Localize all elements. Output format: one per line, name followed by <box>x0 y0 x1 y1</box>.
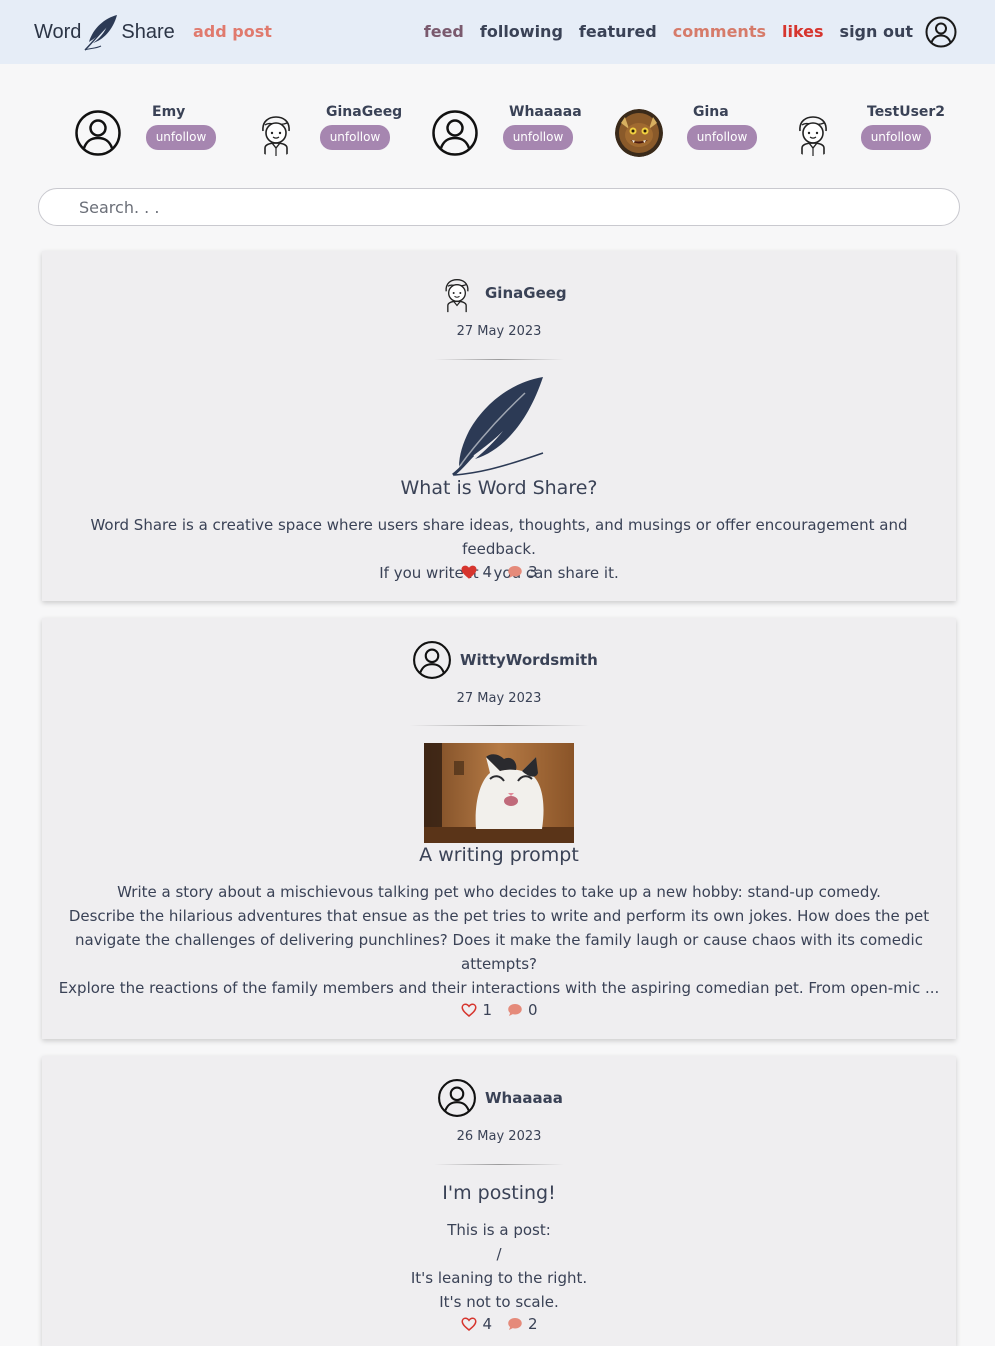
heart-outline-icon <box>461 1003 477 1017</box>
brand-logo[interactable]: Word Share <box>34 12 175 52</box>
like-button[interactable]: 1 <box>460 1001 492 1019</box>
comment-count: 0 <box>528 1001 538 1019</box>
like-count: 1 <box>482 1001 492 1019</box>
search-input[interactable] <box>39 189 959 225</box>
post-card[interactable]: GinaGeeg 27 May 2023 What is Word Share?… <box>42 251 956 601</box>
post-title[interactable]: I'm posting! <box>42 1182 956 1204</box>
user-circle-icon <box>438 1079 476 1117</box>
comment-count: 2 <box>528 1315 538 1333</box>
monster-avatar-photo[interactable] <box>615 109 663 157</box>
search-bar <box>38 188 960 226</box>
post-divider <box>409 725 589 726</box>
boy-avatar-icon[interactable] <box>789 109 837 157</box>
user-circle-icon <box>413 641 451 679</box>
following-username[interactable]: TestUser2 <box>867 104 945 120</box>
post-body-line: Write a story about a mischievous talkin… <box>117 883 881 901</box>
brand-word-right: Share <box>121 20 175 43</box>
cat-photo <box>424 743 574 843</box>
post-body-line: It's leaning to the right. <box>410 1269 588 1287</box>
like-count: 4 <box>482 1315 492 1333</box>
post-author-name: Whaaaaa <box>485 1089 563 1107</box>
comment-bubble-icon <box>508 1318 522 1330</box>
post-stats: 4 3 <box>42 563 956 581</box>
post-body-line: / <box>496 1245 502 1263</box>
following-username[interactable]: Whaaaaa <box>509 104 582 120</box>
post-body-line: Explore the reactions of the family memb… <box>58 979 940 997</box>
unfollow-button[interactable]: unfollow <box>861 125 931 150</box>
post-body: Write a story about a mischievous talkin… <box>54 880 944 1000</box>
heart-outline-icon <box>461 1317 477 1331</box>
like-count: 4 <box>482 563 492 581</box>
comment-button[interactable]: 2 <box>506 1315 538 1333</box>
post-card[interactable]: Whaaaaa 26 May 2023 I'm posting! This is… <box>42 1056 956 1346</box>
post-body-line: Word Share is a creative space where use… <box>90 516 908 558</box>
post-stats: 1 0 <box>42 1001 956 1019</box>
post-author-name: GinaGeeg <box>485 284 567 302</box>
unfollow-button[interactable]: unfollow <box>503 125 573 150</box>
post-divider <box>434 359 564 360</box>
following-strip: Emy unfollow GinaGeeg unfollow Whaaaaa u… <box>70 100 950 164</box>
post-author[interactable]: WittyWordsmith <box>412 640 598 680</box>
nav-comments[interactable]: comments <box>673 22 766 41</box>
brand-word-left: Word <box>34 20 82 43</box>
post-date: 27 May 2023 <box>456 324 542 339</box>
comment-button[interactable]: 0 <box>506 1001 538 1019</box>
boy-avatar-icon[interactable] <box>252 109 300 157</box>
post-stats: 4 2 <box>42 1315 956 1333</box>
post-body-line: Describe the hilarious adventures that e… <box>68 907 930 973</box>
post-author-name: WittyWordsmith <box>460 651 598 669</box>
user-circle-icon[interactable] <box>431 109 479 157</box>
user-circle-icon[interactable] <box>74 109 122 157</box>
heart-filled-icon <box>461 565 477 579</box>
quill-feather-icon <box>452 377 544 477</box>
unfollow-button[interactable]: unfollow <box>320 125 390 150</box>
post-card[interactable]: WittyWordsmith 27 May 2023 A writing pro… <box>42 618 956 1039</box>
like-button[interactable]: 4 <box>460 1315 492 1333</box>
comment-count: 3 <box>528 563 538 581</box>
main-nav: feed following featured comments likes s… <box>424 22 913 41</box>
post-author[interactable]: GinaGeeg <box>437 273 567 313</box>
nav-following[interactable]: following <box>480 22 563 41</box>
unfollow-button[interactable]: unfollow <box>687 125 757 150</box>
following-user-card: Emy unfollow <box>70 100 250 164</box>
following-user-card: GinaGeeg unfollow <box>248 100 428 164</box>
nav-likes[interactable]: likes <box>782 22 824 41</box>
user-circle-icon[interactable] <box>925 16 957 48</box>
nav-feed[interactable]: feed <box>424 22 464 41</box>
post-body: This is a post: / It's leaning to the ri… <box>54 1218 944 1314</box>
comment-bubble-icon <box>508 566 522 578</box>
post-body-line: It's not to scale. <box>439 1293 559 1311</box>
nav-sign-out[interactable]: sign out <box>840 22 913 41</box>
comment-bubble-icon <box>508 1004 522 1016</box>
post-title[interactable]: What is Word Share? <box>42 477 956 499</box>
post-author[interactable]: Whaaaaa <box>437 1078 563 1118</box>
unfollow-button[interactable]: unfollow <box>146 125 216 150</box>
following-user-card: Gina unfollow <box>611 100 791 164</box>
following-user-card: Whaaaaa unfollow <box>427 100 607 164</box>
post-date: 27 May 2023 <box>456 691 542 706</box>
quill-icon <box>84 15 118 51</box>
comment-button[interactable]: 3 <box>506 563 538 581</box>
post-body-line: This is a post: <box>447 1221 551 1239</box>
nav-featured[interactable]: featured <box>579 22 657 41</box>
post-title[interactable]: A writing prompt <box>42 844 956 866</box>
post-divider <box>434 1164 564 1165</box>
post-date: 26 May 2023 <box>456 1129 542 1144</box>
top-navbar: Word Share add post feed following featu… <box>0 0 995 64</box>
following-username[interactable]: GinaGeeg <box>326 104 402 120</box>
following-username[interactable]: Emy <box>152 104 185 120</box>
following-username[interactable]: Gina <box>693 104 729 120</box>
like-button[interactable]: 4 <box>460 563 492 581</box>
add-post-link[interactable]: add post <box>193 22 272 41</box>
boy-avatar-icon <box>445 278 469 313</box>
following-user-card: TestUser2 unfollow <box>785 100 965 164</box>
